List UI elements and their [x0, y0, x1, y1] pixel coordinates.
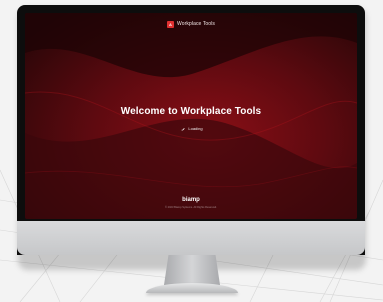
- footer-copyright: © 2023 Biamp Systems. All Rights Reserve…: [165, 206, 217, 209]
- app-logo-icon: A: [167, 20, 174, 28]
- monitor: A Workplace Tools Welcome to Workplace T…: [17, 5, 365, 255]
- spinner-icon: [179, 125, 185, 131]
- loading-indicator: Loading: [25, 125, 357, 131]
- app-screen: A Workplace Tools Welcome to Workplace T…: [25, 13, 357, 219]
- welcome-heading: Welcome to Workplace Tools: [120, 106, 262, 117]
- app-header: A Workplace Tools: [25, 13, 357, 35]
- loading-label: Loading: [188, 125, 203, 131]
- monitor-chin: [17, 221, 365, 255]
- app-title: Workplace Tools: [177, 21, 215, 27]
- footer-brand-logo: biamp: [182, 197, 200, 203]
- monitor-stand: [164, 255, 220, 285]
